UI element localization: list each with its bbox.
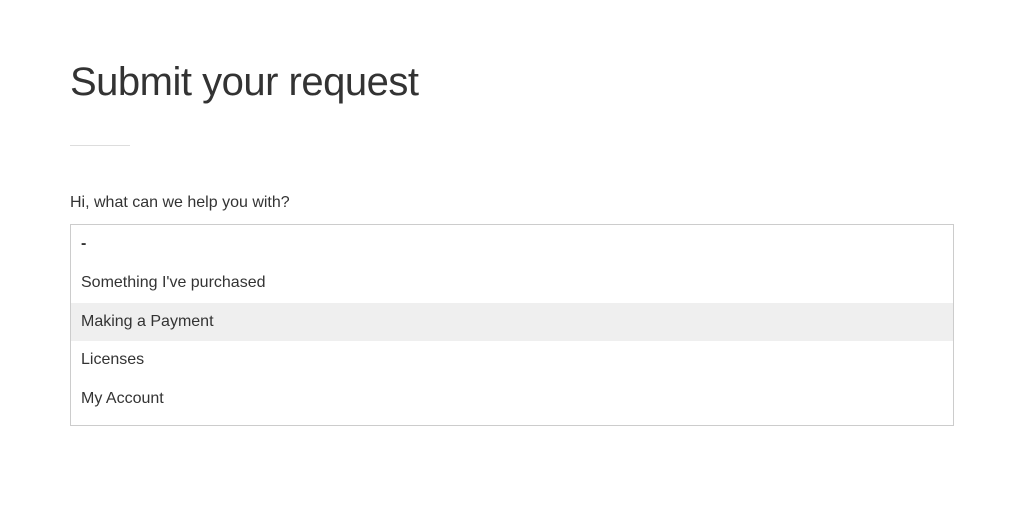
topic-option-4[interactable]: Invoices and Tax bbox=[71, 419, 953, 426]
topic-option-1[interactable]: Making a Payment bbox=[71, 303, 953, 342]
divider bbox=[70, 145, 130, 146]
topic-option-placeholder[interactable]: - bbox=[71, 225, 953, 264]
topic-option-0[interactable]: Something I've purchased bbox=[71, 264, 953, 303]
page-title: Submit your request bbox=[70, 60, 954, 105]
topic-field-label: Hi, what can we help you with? bbox=[70, 194, 954, 212]
topic-option-2[interactable]: Licenses bbox=[71, 341, 953, 380]
topic-option-3[interactable]: My Account bbox=[71, 380, 953, 419]
topic-dropdown[interactable]: - Something I've purchased Making a Paym… bbox=[70, 224, 954, 426]
